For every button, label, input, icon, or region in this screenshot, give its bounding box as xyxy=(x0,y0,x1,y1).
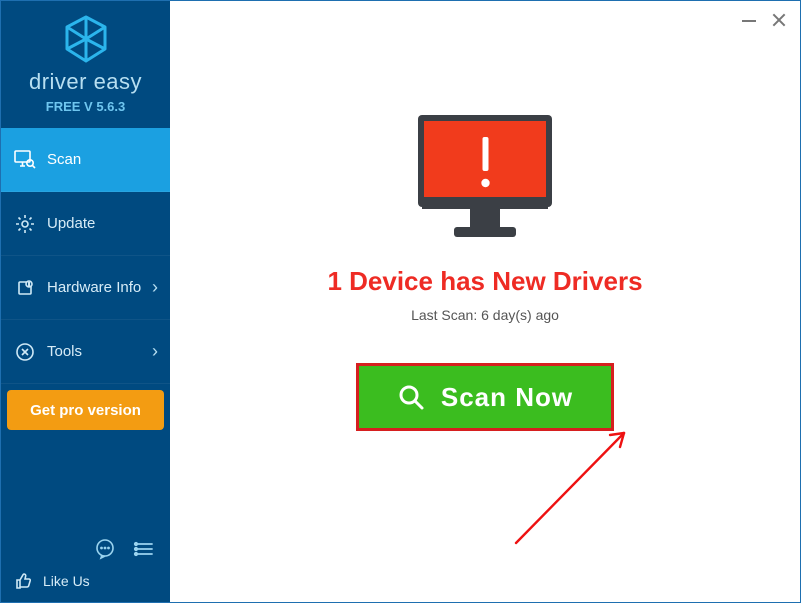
search-icon xyxy=(397,383,425,411)
sidebar-item-scan[interactable]: Scan xyxy=(1,128,170,192)
svg-text:i: i xyxy=(28,282,29,288)
like-us-label: Like Us xyxy=(43,573,90,589)
minimize-button[interactable] xyxy=(742,13,756,27)
sidebar-item-label: Scan xyxy=(47,151,81,168)
brand-version: FREE V 5.6.3 xyxy=(46,99,125,114)
sidebar-item-update[interactable]: Update xyxy=(1,192,170,256)
sidebar-spacer xyxy=(1,436,170,530)
thumbs-up-icon xyxy=(13,570,35,592)
feedback-icon[interactable] xyxy=(92,536,118,562)
chip-icon: i xyxy=(13,276,37,300)
last-scan-text: Last Scan: 6 day(s) ago xyxy=(411,307,559,323)
sidebar: driver easy FREE V 5.6.3 Scan Update i xyxy=(1,1,170,602)
window-controls xyxy=(742,1,800,39)
app-logo-icon xyxy=(63,15,109,65)
sidebar-item-label: Hardware Info xyxy=(47,279,141,296)
main-panel: 1 Device has New Drivers Last Scan: 6 da… xyxy=(170,1,800,602)
app-window: driver easy FREE V 5.6.3 Scan Update i xyxy=(0,0,801,603)
scan-now-label: Scan Now xyxy=(441,382,573,413)
gear-icon xyxy=(13,212,37,236)
sidebar-item-hardware-info[interactable]: i Hardware Info › xyxy=(1,256,170,320)
chevron-right-icon: › xyxy=(152,277,158,298)
sidebar-nav: Scan Update i Hardware Info › Tools xyxy=(1,128,170,384)
sidebar-item-label: Update xyxy=(47,215,95,232)
close-button[interactable] xyxy=(772,13,786,27)
cta-label: Get pro version xyxy=(30,402,141,419)
sidebar-item-tools[interactable]: Tools › xyxy=(1,320,170,384)
annotation-arrow-icon xyxy=(506,421,646,556)
brand-block: driver easy FREE V 5.6.3 xyxy=(1,1,170,128)
sidebar-item-label: Tools xyxy=(47,343,82,360)
menu-icon[interactable] xyxy=(132,536,158,562)
scan-now-button[interactable]: Scan Now xyxy=(356,363,614,431)
brand-name: driver easy xyxy=(29,69,142,95)
like-us-button[interactable]: Like Us xyxy=(13,570,158,592)
status-headline: 1 Device has New Drivers xyxy=(327,266,642,297)
chevron-right-icon: › xyxy=(152,341,158,362)
get-pro-button[interactable]: Get pro version xyxy=(7,390,164,430)
main-content: 1 Device has New Drivers Last Scan: 6 da… xyxy=(170,1,800,602)
alert-monitor-illustration xyxy=(412,111,558,244)
sidebar-bottom: Like Us xyxy=(1,530,170,602)
tools-icon xyxy=(13,340,37,364)
bottom-icon-row xyxy=(13,536,158,562)
monitor-search-icon xyxy=(13,148,37,172)
